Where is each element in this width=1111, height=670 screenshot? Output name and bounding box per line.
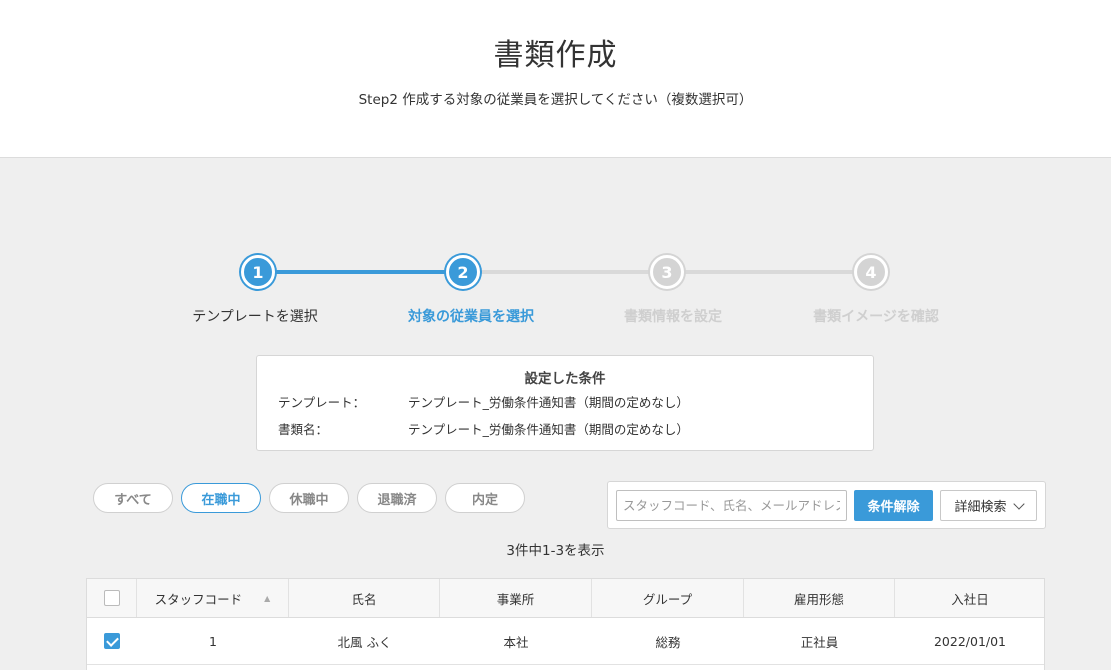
filter-offered[interactable]: 内定: [445, 483, 525, 513]
step-label-3: 書類情報を設定: [624, 309, 722, 325]
step-connector-3: [667, 270, 871, 274]
step-label-1: テンプレートを選択: [192, 309, 318, 325]
step-circle-3: 3: [650, 255, 684, 289]
step-circle-2: 2: [446, 255, 480, 289]
step-circle-4: 4: [854, 255, 888, 289]
condition-docname-value: テンプレート_労働条件通知書（期間の定めなし）: [408, 422, 689, 437]
column-header-staff-code-label: スタッフコード: [154, 591, 243, 607]
advanced-search-label: 詳細検索: [954, 500, 1007, 515]
progress-stepper: 1 2 3 4 テンプレートを選択 対象の従業員を選択 書類情報を設定 書類イメ…: [0, 255, 1111, 335]
column-header-employment-type: 雇用形態: [744, 579, 895, 617]
column-header-office: 事業所: [440, 579, 592, 617]
column-header-name: 氏名: [289, 579, 440, 617]
select-all-checkbox[interactable]: [103, 590, 120, 606]
table-header: スタッフコード ▲ 氏名 事業所 グループ 雇用形態 入社日: [87, 579, 1044, 618]
cell-group: 総務: [655, 634, 681, 650]
filter-employed[interactable]: 在職中: [181, 483, 261, 513]
step-label-2: 対象の従業員を選択: [408, 309, 534, 325]
step-connector-2: [463, 270, 667, 274]
filter-retired[interactable]: 退職済: [357, 483, 437, 513]
column-header-hire-date: 入社日: [951, 591, 989, 607]
employee-table: スタッフコード ▲ 氏名 事業所 グループ 雇用形態 入社日 1 北風 ふく 本…: [86, 578, 1045, 670]
row-select-cell: [87, 618, 137, 664]
row-checkbox[interactable]: [104, 633, 120, 649]
selected-conditions-panel: 設定した条件 テンプレート： テンプレート_労働条件通知書（期間の定めなし） 書類…: [256, 355, 874, 451]
conditions-title: 設定した条件: [524, 371, 606, 387]
condition-docname-label: 書類名：: [278, 422, 329, 437]
chevron-down-icon: [1012, 497, 1025, 510]
condition-template-value: テンプレート_労働条件通知書（期間の定めなし）: [408, 395, 689, 410]
result-count: 3件中1-3を表示: [506, 543, 605, 559]
column-header-group: グループ: [592, 579, 744, 617]
condition-template-label: テンプレート：: [278, 395, 366, 410]
sort-icon: ▲: [264, 593, 271, 603]
page-subtitle: Step2 作成する対象の従業員を選択してください（複数選択可）: [358, 92, 753, 108]
condition-template-row: テンプレート： テンプレート_労働条件通知書（期間の定めなし）: [278, 392, 689, 411]
filter-all[interactable]: すべて: [93, 483, 173, 513]
filter-on-leave[interactable]: 休職中: [269, 483, 349, 513]
table-row[interactable]: 1 北風 ふく 本社 総務 正社員 2022/01/01: [87, 618, 1044, 665]
cell-hire-date: 2022/01/01: [933, 633, 1007, 649]
clear-conditions-button[interactable]: 条件解除: [854, 490, 933, 521]
advanced-search-button[interactable]: 詳細検索: [940, 490, 1037, 521]
search-panel: 条件解除 詳細検索: [607, 481, 1046, 529]
page-title: 書類作成: [493, 38, 618, 73]
cell-staff-code: 1: [209, 633, 217, 649]
search-input[interactable]: [616, 490, 847, 521]
column-header-staff-code[interactable]: スタッフコード ▲: [137, 579, 289, 617]
step-connector-1: [258, 270, 463, 274]
select-all-cell: [87, 579, 137, 617]
cell-name: 北風 ふく: [337, 634, 392, 650]
cell-office: 本社: [503, 634, 529, 650]
cell-employment-type: 正社員: [800, 634, 839, 650]
condition-docname-row: 書類名： テンプレート_労働条件通知書（期間の定めなし）: [278, 419, 689, 438]
step-circle-1: 1: [241, 255, 275, 289]
step-label-4: 書類イメージを確認: [813, 309, 939, 325]
page-header: 書類作成 Step2 作成する対象の従業員を選択してください（複数選択可）: [0, 0, 1111, 158]
